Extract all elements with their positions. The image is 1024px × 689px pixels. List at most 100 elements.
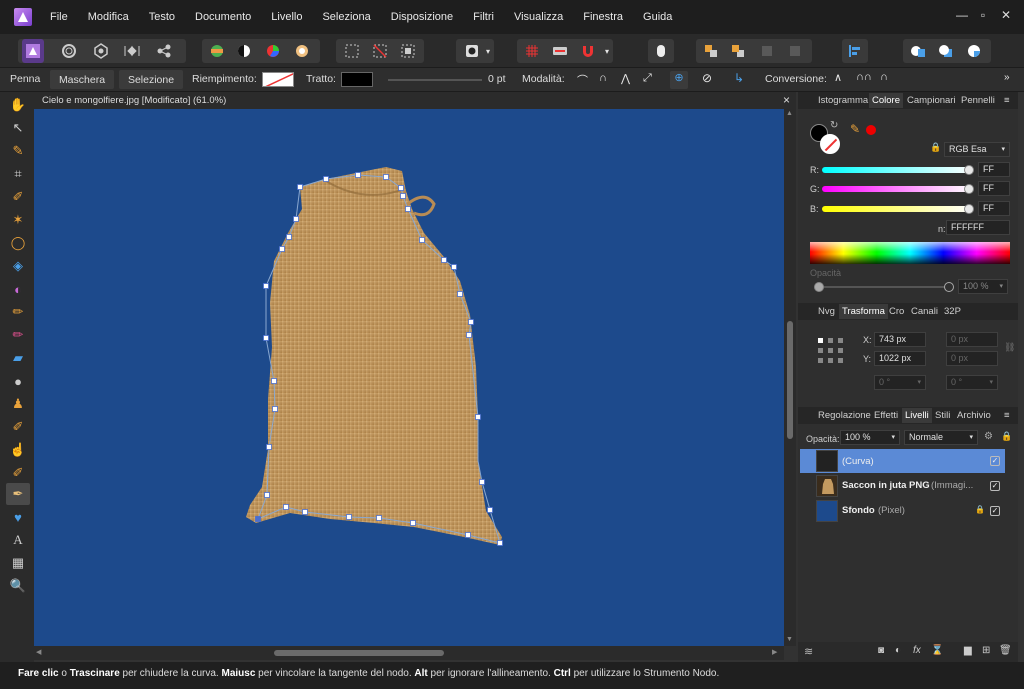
rubber-band-icon[interactable]: ⊕ [670,71,688,89]
height-field[interactable]: 0 px [946,351,998,366]
curve-node[interactable] [479,479,485,485]
zoom-tool-icon[interactable]: 🔍 [9,577,27,595]
tab-trasforma[interactable]: Trasforma [839,304,888,319]
export-persona-icon[interactable] [153,39,175,63]
move-to-back-icon[interactable] [784,39,806,63]
grid-icon[interactable] [521,39,543,63]
tab-colore[interactable]: Colore [869,93,903,108]
layer-visibility-checkbox[interactable]: ✓ [990,481,1000,491]
horizontal-scroll-thumb[interactable] [274,650,444,656]
layer-visibility-checkbox[interactable]: ✓ [990,456,1000,466]
stroke-swatch[interactable] [341,72,373,87]
document-tab[interactable]: Cielo e mongolfiere.jpg [Modificato] (61… [34,92,796,109]
curve-node[interactable] [466,332,472,338]
curve-node[interactable] [286,234,292,240]
blue-slider[interactable] [822,206,972,212]
horizontal-scrollbar[interactable]: ◀ ▶ [34,646,784,660]
layer-row-curva[interactable]: (Curva) ✓ [800,449,1005,473]
vertical-scrollbar[interactable]: ▲ ▼ [784,109,796,646]
color-spectrum[interactable] [810,242,1010,264]
color-model-select[interactable]: RGB Esa ▾ [944,142,1010,157]
quick-mask-dropdown-icon[interactable]: ▾ [482,39,494,63]
lock-icon[interactable]: 🔒 [930,142,941,153]
y-position-field[interactable]: 1022 px [874,351,926,366]
dodge-tool-icon[interactable]: ● [9,372,27,390]
flood-select-icon[interactable]: ✶ [9,211,27,229]
blue-slider-knob[interactable] [964,204,974,214]
menu-guida[interactable]: Guida [643,11,672,23]
curve-node[interactable] [465,532,471,538]
green-value-field[interactable]: FF [978,181,1010,196]
curve-node[interactable] [272,406,278,412]
liquify-persona-icon[interactable] [58,39,80,63]
curve-node[interactable] [266,444,272,450]
tab-istogramma[interactable]: Istogramma [818,95,868,106]
photo-persona-icon[interactable] [22,39,44,63]
menu-visualizza[interactable]: Visualizza [514,11,563,23]
layer-row-sfondo[interactable]: Sfondo (Pixel) 🔒 ✓ [800,499,1005,523]
mask-button[interactable]: Maschera [50,70,114,89]
snap-to-geometry-icon[interactable]: ⊘ [702,71,712,85]
close-document-button[interactable]: × [783,93,790,107]
width-field[interactable]: 0 px [946,332,998,347]
menu-livello[interactable]: Livello [271,11,302,23]
gradient-tool-icon[interactable]: ◐ [9,280,27,298]
deselect-icon[interactable] [369,39,391,63]
pen-mode-icon[interactable]: ⌒ [577,72,588,88]
add-shape-icon[interactable] [907,39,929,63]
curve-node[interactable] [264,492,270,498]
intersect-shape-icon[interactable] [963,39,985,63]
color-replacement-icon[interactable]: ✏ [9,326,27,344]
red-value-field[interactable]: FF [978,162,1010,177]
opacity-slider-start-knob[interactable] [814,282,824,292]
scroll-right-icon[interactable]: ▶ [772,648,777,656]
selection-brush-icon[interactable]: ✐ [9,188,27,206]
tab-nvg[interactable]: Nvg [818,306,835,317]
curve-node[interactable] [383,174,389,180]
curve-node[interactable] [468,319,474,325]
hand-tool-icon[interactable]: ✋ [9,96,27,114]
curve-node[interactable] [355,172,361,178]
curve-node[interactable] [346,514,352,520]
convert-smart-icon[interactable]: ∩ [880,71,888,83]
rotation-field[interactable]: 0 ° ▾ [874,375,926,390]
auto-white-balance-icon[interactable] [291,39,313,63]
stroke-width-value[interactable]: 0 pt [488,73,506,85]
select-all-icon[interactable] [341,39,363,63]
lock-icon[interactable]: 🔒 [1001,431,1012,442]
mouse-icon[interactable] [650,39,672,63]
mesh-warp-icon[interactable]: ✐ [9,464,27,482]
color-picker-tool-icon[interactable]: ✎ [9,142,27,160]
curve-node[interactable] [323,176,329,182]
red-slider[interactable] [822,167,972,173]
erase-brush-icon[interactable]: ▰ [9,349,27,367]
curve-node[interactable] [271,378,277,384]
new-layer-icon[interactable]: ⊞ [982,645,990,656]
curve-node[interactable] [302,509,308,515]
green-slider-knob[interactable] [964,184,974,194]
curve-node[interactable] [419,237,425,243]
menu-seleziona[interactable]: Seleziona [322,11,370,23]
menu-disposizione[interactable]: Disposizione [391,11,453,23]
scroll-up-icon[interactable]: ▲ [786,110,793,117]
shear-field[interactable]: 0 ° ▾ [946,375,998,390]
x-position-field[interactable]: 743 px [874,332,926,347]
tab-pennelli[interactable]: Pennelli [961,95,995,106]
snapping-dropdown-icon[interactable]: ▾ [601,39,613,63]
curve-node[interactable] [297,184,303,190]
blend-mode-select[interactable]: Normale ▾ [904,430,978,445]
curve-node[interactable] [410,520,416,526]
curve-node[interactable] [405,206,411,212]
assistant-icon[interactable] [549,39,571,63]
swap-colors-icon[interactable]: ↻ [830,120,838,131]
fill-color-swatch[interactable] [820,134,840,154]
group-folder-icon[interactable]: ▆ [964,645,972,656]
mask-layer-icon[interactable]: ◙ [878,645,884,656]
curve-node[interactable] [279,246,285,252]
curve-node[interactable] [263,283,269,289]
tab-cro[interactable]: Cro [889,306,904,317]
blue-value-field[interactable]: FF [978,201,1010,216]
curve-node[interactable] [263,335,269,341]
curve-node[interactable] [457,291,463,297]
color-panel-menu-icon[interactable]: ≡ [1004,95,1010,106]
